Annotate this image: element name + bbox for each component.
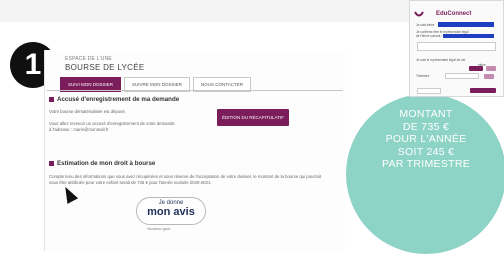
educonnect-brand: EduConnect [436, 11, 472, 17]
popup-text: Je suis le représentant légal de cet [416, 58, 466, 62]
popup-text: Je suis élève [416, 23, 435, 27]
popup-highlight [443, 34, 494, 38]
review-brand: Yoomoo goo! [147, 226, 171, 231]
popup-non-button[interactable] [486, 66, 496, 71]
highlight-text: MONTANT DE 735 € POUR L'ANNÉE SOIT 245 €… [381, 108, 471, 170]
donne-avis-button[interactable]: Je donne mon avis [136, 197, 206, 225]
educonnect-logo-icon [414, 11, 424, 17]
popup-input[interactable] [417, 42, 496, 51]
email-text: à l'adresse : marie@monmail.fr [49, 127, 109, 132]
square-bullet-icon [49, 97, 54, 102]
square-bullet-icon [49, 161, 54, 166]
popup-small-button[interactable] [484, 74, 494, 79]
popup-select[interactable] [445, 73, 479, 79]
popup-text: Trimestre [416, 74, 430, 78]
tab-divider [47, 90, 343, 91]
estimation-text: Compte tenu des informations que vous av… [49, 174, 321, 179]
popup-continue-button[interactable] [470, 88, 496, 93]
popup-highlight [438, 22, 494, 27]
popup-oui-button[interactable] [469, 66, 483, 71]
popup-text: de l'élève suivant : [416, 34, 443, 38]
popup-back-button[interactable] [417, 88, 441, 94]
section-accuse-title: Accusé d'enregistrement de ma demande [49, 96, 179, 103]
breadcrumb: ESPACE DE L'UNE [65, 56, 112, 62]
section-estimation-title: Estimation de mon droit à bourse [49, 160, 155, 167]
section-accuse-text: Votre bourse dématérialisée est déposé. [49, 109, 126, 114]
edition-recapitulatif-button[interactable]: ÉDITION DU RÉCAPITULATIF [217, 109, 289, 126]
section-accuse-text: Vous allez recevoir un accusé d'enregist… [49, 121, 175, 126]
page-title: BOURSE DE LYCÉE [65, 63, 145, 72]
estimation-text: vous être attribuée pour votre enfant se… [49, 180, 212, 185]
